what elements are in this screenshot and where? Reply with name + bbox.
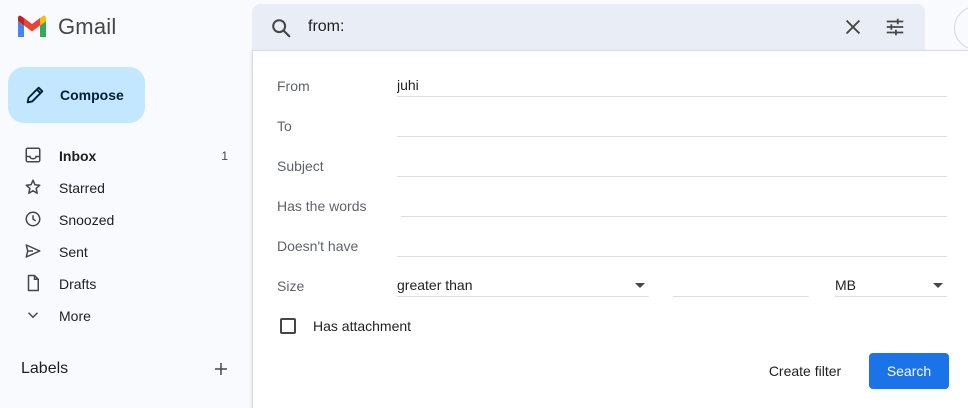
star-icon: [25, 179, 41, 194]
has-attachment-label[interactable]: Has attachment: [313, 318, 411, 334]
sidebar-item-drafts[interactable]: Drafts: [0, 267, 252, 299]
search-button[interactable]: Search: [869, 353, 949, 389]
sidebar-item-label: Starred: [59, 180, 105, 196]
to-field[interactable]: [397, 115, 947, 137]
has-words-field[interactable]: [401, 195, 947, 217]
dropdown-arrow-icon: [635, 283, 645, 288]
sidebar-item-snoozed[interactable]: Snoozed: [0, 203, 252, 235]
clock-icon: [25, 211, 41, 227]
size-operator-select[interactable]: greater than: [397, 275, 649, 297]
app-name: Gmail: [58, 14, 117, 39]
search-bar[interactable]: from:: [252, 4, 925, 50]
sidebar-item-label: More: [59, 308, 91, 324]
pencil-icon: [26, 86, 44, 104]
advanced-search-panel: From To Subject Has the words Doesn't ha…: [252, 50, 968, 408]
doesnt-have-label: Doesn't have: [277, 238, 359, 254]
labels-heading: Labels: [21, 360, 69, 377]
search-options-icon[interactable]: [884, 16, 906, 38]
sidebar-item-starred[interactable]: Starred: [0, 171, 252, 203]
doesnt-have-field[interactable]: [397, 235, 947, 257]
from-label: From: [277, 78, 310, 94]
gmail-m-icon: [18, 15, 46, 37]
sidebar-nav: Inbox 1 Starred Snoozed Sent Drafts More: [0, 139, 252, 331]
from-input[interactable]: [397, 77, 947, 93]
size-value-input[interactable]: [673, 277, 809, 293]
inbox-icon: [25, 147, 41, 163]
close-icon[interactable]: [842, 16, 864, 38]
size-value-field[interactable]: [673, 275, 809, 297]
sidebar-item-label: Sent: [59, 244, 88, 260]
sidebar-item-more[interactable]: More: [0, 299, 252, 331]
compose-button[interactable]: Compose: [8, 67, 145, 123]
compose-label: Compose: [60, 87, 124, 103]
search-input[interactable]: from:: [308, 18, 344, 36]
sidebar-item-inbox[interactable]: Inbox 1: [0, 139, 252, 171]
has-words-input[interactable]: [401, 197, 947, 213]
draft-icon: [27, 274, 39, 292]
sidebar-item-sent[interactable]: Sent: [0, 235, 252, 267]
has-words-label: Has the words: [277, 198, 367, 214]
sidebar-item-label: Drafts: [59, 276, 97, 292]
sidebar-item-label: Snoozed: [59, 212, 115, 228]
unread-count: 1: [221, 149, 228, 163]
create-filter-button[interactable]: Create filter: [753, 353, 857, 389]
chevron-down-icon: [27, 312, 39, 319]
has-attachment-checkbox[interactable]: [280, 318, 296, 334]
plus-icon[interactable]: [212, 360, 230, 378]
search-icon[interactable]: [270, 17, 292, 39]
size-label: Size: [277, 278, 305, 294]
size-unit-select[interactable]: MB: [835, 275, 947, 297]
to-input[interactable]: [397, 117, 947, 133]
sidebar-item-label: Inbox: [59, 148, 97, 164]
size-unit-value: MB: [835, 277, 856, 293]
send-icon: [25, 244, 41, 258]
account-avatar[interactable]: [954, 6, 968, 50]
size-operator-value: greater than: [397, 277, 473, 293]
subject-label: Subject: [277, 158, 324, 174]
subject-field[interactable]: [397, 155, 947, 177]
subject-input[interactable]: [397, 157, 947, 173]
dropdown-arrow-icon: [933, 283, 943, 288]
gmail-logo[interactable]: Gmail: [16, 12, 116, 42]
from-field[interactable]: [397, 75, 947, 97]
doesnt-have-input[interactable]: [397, 237, 947, 253]
to-label: To: [277, 118, 292, 134]
